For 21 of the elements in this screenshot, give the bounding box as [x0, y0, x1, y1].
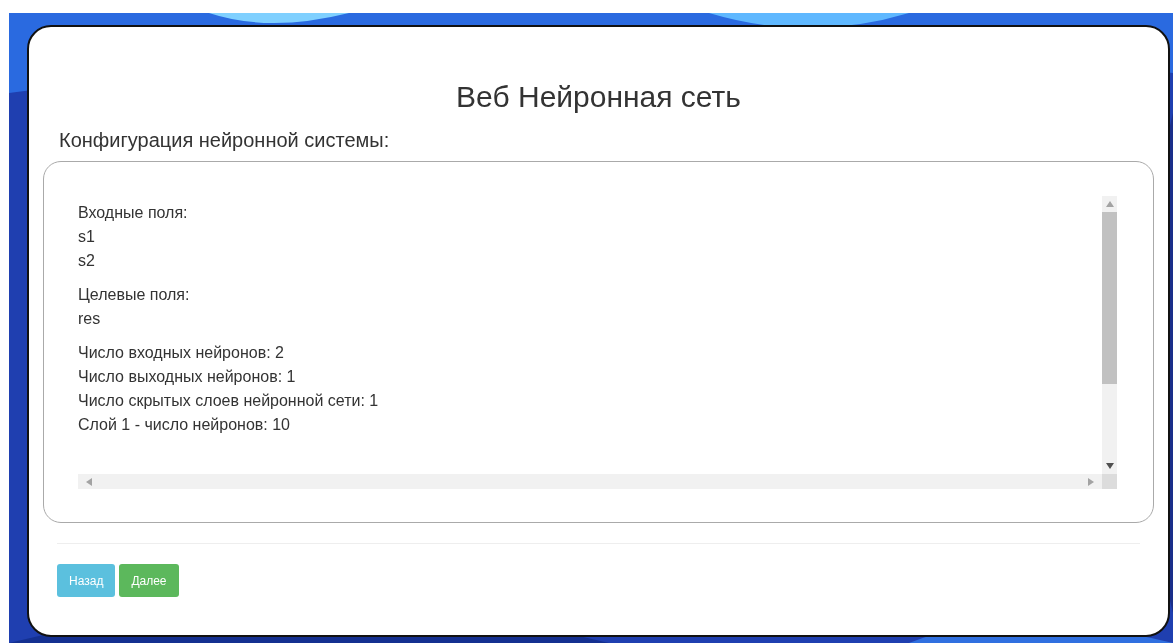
section-heading: Конфигурация нейронной системы: [59, 128, 391, 153]
scroll-right-icon[interactable] [1088, 477, 1094, 486]
scroll-down-icon[interactable] [1105, 463, 1114, 469]
config-line: Число скрытых слоев нейронной сети: 1 [78, 391, 380, 411]
config-line: s2 [78, 251, 96, 271]
config-line: res [78, 309, 102, 329]
scroll-left-icon[interactable] [86, 477, 92, 486]
config-line: Целевые поля: [78, 285, 191, 305]
back-button[interactable]: Назад [57, 564, 116, 597]
horizontal-scrollbar[interactable] [78, 474, 1102, 489]
scrollbar-corner [1102, 474, 1117, 489]
config-line: Число входных нейронов: 2 [78, 343, 285, 363]
scrollbar-thumb[interactable] [1102, 212, 1117, 384]
config-line: s1 [78, 227, 96, 247]
config-line: Число выходных нейронов: 1 [78, 367, 297, 387]
vertical-scrollbar[interactable] [1102, 196, 1117, 474]
page-title: Веб Нейронная сеть [455, 79, 742, 115]
config-line: Слой 1 - число нейронов: 10 [78, 415, 291, 435]
next-button[interactable]: Далее [119, 564, 179, 597]
scroll-up-icon[interactable] [1105, 201, 1114, 207]
config-line: Входные поля: [78, 203, 189, 223]
